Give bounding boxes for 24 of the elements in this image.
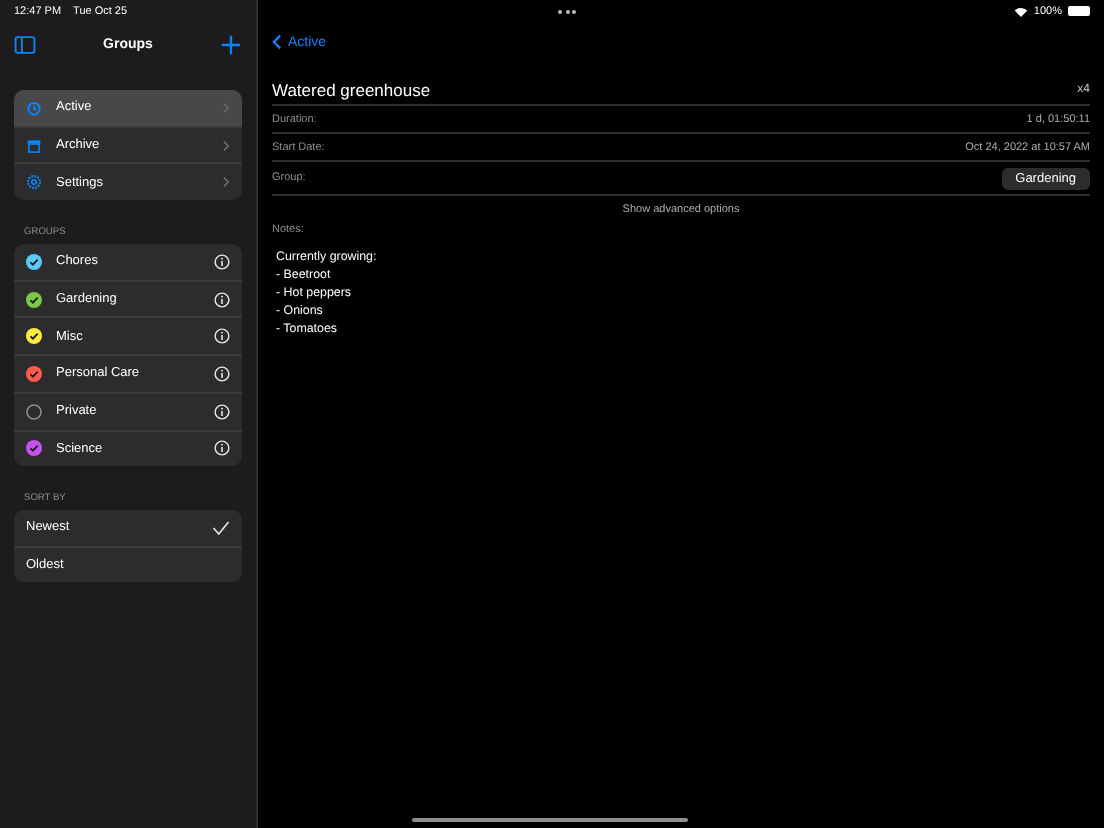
chevron-icon xyxy=(222,139,230,152)
empty-circle-icon[interactable] xyxy=(26,403,42,420)
checked-circle-icon[interactable] xyxy=(26,365,42,382)
chevron-icon xyxy=(222,101,230,114)
info-icon[interactable] xyxy=(214,291,230,308)
settings-icon xyxy=(26,174,42,191)
chevron-icon xyxy=(222,176,230,189)
sidebar-toggle-icon[interactable] xyxy=(14,33,36,55)
battery-icon xyxy=(1068,6,1090,16)
add-icon[interactable] xyxy=(219,33,242,55)
entry-title: Watered greenhouse xyxy=(272,80,431,100)
checked-circle-icon[interactable] xyxy=(26,253,42,270)
archive-box-icon xyxy=(26,137,42,154)
checked-circle-icon[interactable] xyxy=(26,291,42,308)
checked-circle-icon[interactable] xyxy=(26,440,42,457)
wifi-icon xyxy=(1013,5,1028,17)
back-chevron-icon xyxy=(272,34,282,50)
info-icon[interactable] xyxy=(214,253,230,270)
timer-icon xyxy=(26,99,42,116)
info-icon[interactable] xyxy=(214,365,230,382)
info-icon[interactable] xyxy=(214,440,230,457)
info-icon[interactable] xyxy=(214,403,230,420)
checked-circle-icon[interactable] xyxy=(26,328,42,345)
info-icon[interactable] xyxy=(214,328,230,345)
